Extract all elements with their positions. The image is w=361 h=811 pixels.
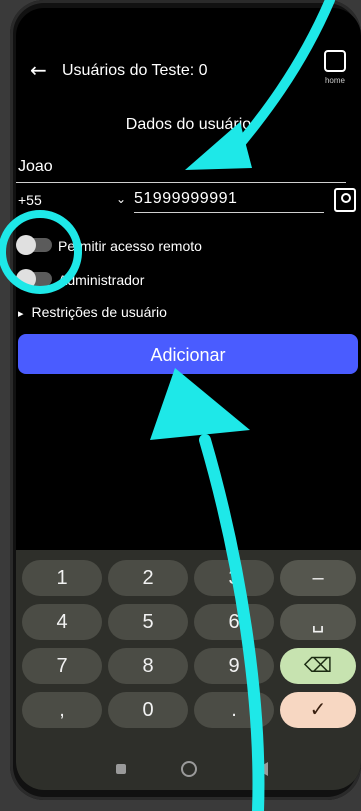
done-key[interactable]: ✓: [280, 692, 356, 728]
home-label: home: [324, 76, 345, 85]
name-input[interactable]: Joao: [16, 154, 346, 183]
app-screen: ← Usuários do Teste: 0 home Dados do usu…: [16, 8, 361, 790]
add-button[interactable]: Adicionar: [18, 334, 358, 374]
name-value: Joao: [18, 158, 53, 175]
toggle-switch-remote[interactable]: [16, 235, 52, 255]
home-button[interactable]: home: [315, 48, 355, 92]
toggle-label-admin: Administrador: [58, 272, 145, 288]
restrictions-expander[interactable]: ▸ Restrições de usuário: [18, 304, 167, 320]
key-0[interactable]: 0: [108, 692, 188, 728]
phone-value: 51999999991: [134, 190, 238, 207]
phone-input[interactable]: 51999999991: [134, 186, 324, 213]
caret-right-icon: ▸: [18, 307, 24, 320]
key-2[interactable]: 2: [108, 560, 188, 596]
key-7[interactable]: 7: [22, 648, 102, 684]
toggle-label-remote: Permitir acesso remoto: [58, 238, 202, 254]
home-icon: [324, 50, 346, 72]
key-1[interactable]: 1: [22, 560, 102, 596]
system-nav-bar: [16, 750, 361, 790]
key-comma[interactable]: ,: [22, 692, 102, 728]
key-9[interactable]: 9: [194, 648, 274, 684]
recents-icon[interactable]: [116, 764, 126, 774]
space-key[interactable]: ␣: [280, 604, 356, 640]
contact-picker-icon[interactable]: [334, 188, 356, 212]
section-title: Dados do usuário: [125, 116, 252, 133]
restrictions-label: Restrições de usuário: [31, 304, 167, 320]
chevron-down-icon[interactable]: ⌄: [116, 192, 126, 206]
key-period[interactable]: .: [194, 692, 274, 728]
key-4[interactable]: 4: [22, 604, 102, 640]
back-nav-icon[interactable]: [256, 762, 268, 776]
home-nav-icon[interactable]: [181, 761, 197, 777]
key-5[interactable]: 5: [108, 604, 188, 640]
key-8[interactable]: 8: [108, 648, 188, 684]
back-arrow-icon[interactable]: ←: [30, 58, 47, 82]
key-6[interactable]: 6: [194, 604, 274, 640]
page-title: Usuários do Teste: 0: [62, 62, 208, 79]
country-code-select[interactable]: +55: [18, 192, 42, 208]
toggle-switch-admin[interactable]: [16, 269, 52, 289]
key-minus[interactable]: –: [280, 560, 356, 596]
phone-row: +55 ⌄ 51999999991: [16, 186, 361, 216]
numeric-keyboard: 1 2 3 – 4 5 6 ␣ 7 8 9 ⌫ , 0 . ✓: [16, 550, 361, 750]
phone-frame: ← Usuários do Teste: 0 home Dados do usu…: [10, 0, 361, 800]
app-bar: ← Usuários do Teste: 0 home: [16, 48, 361, 94]
key-3[interactable]: 3: [194, 560, 274, 596]
backspace-key[interactable]: ⌫: [280, 648, 356, 684]
